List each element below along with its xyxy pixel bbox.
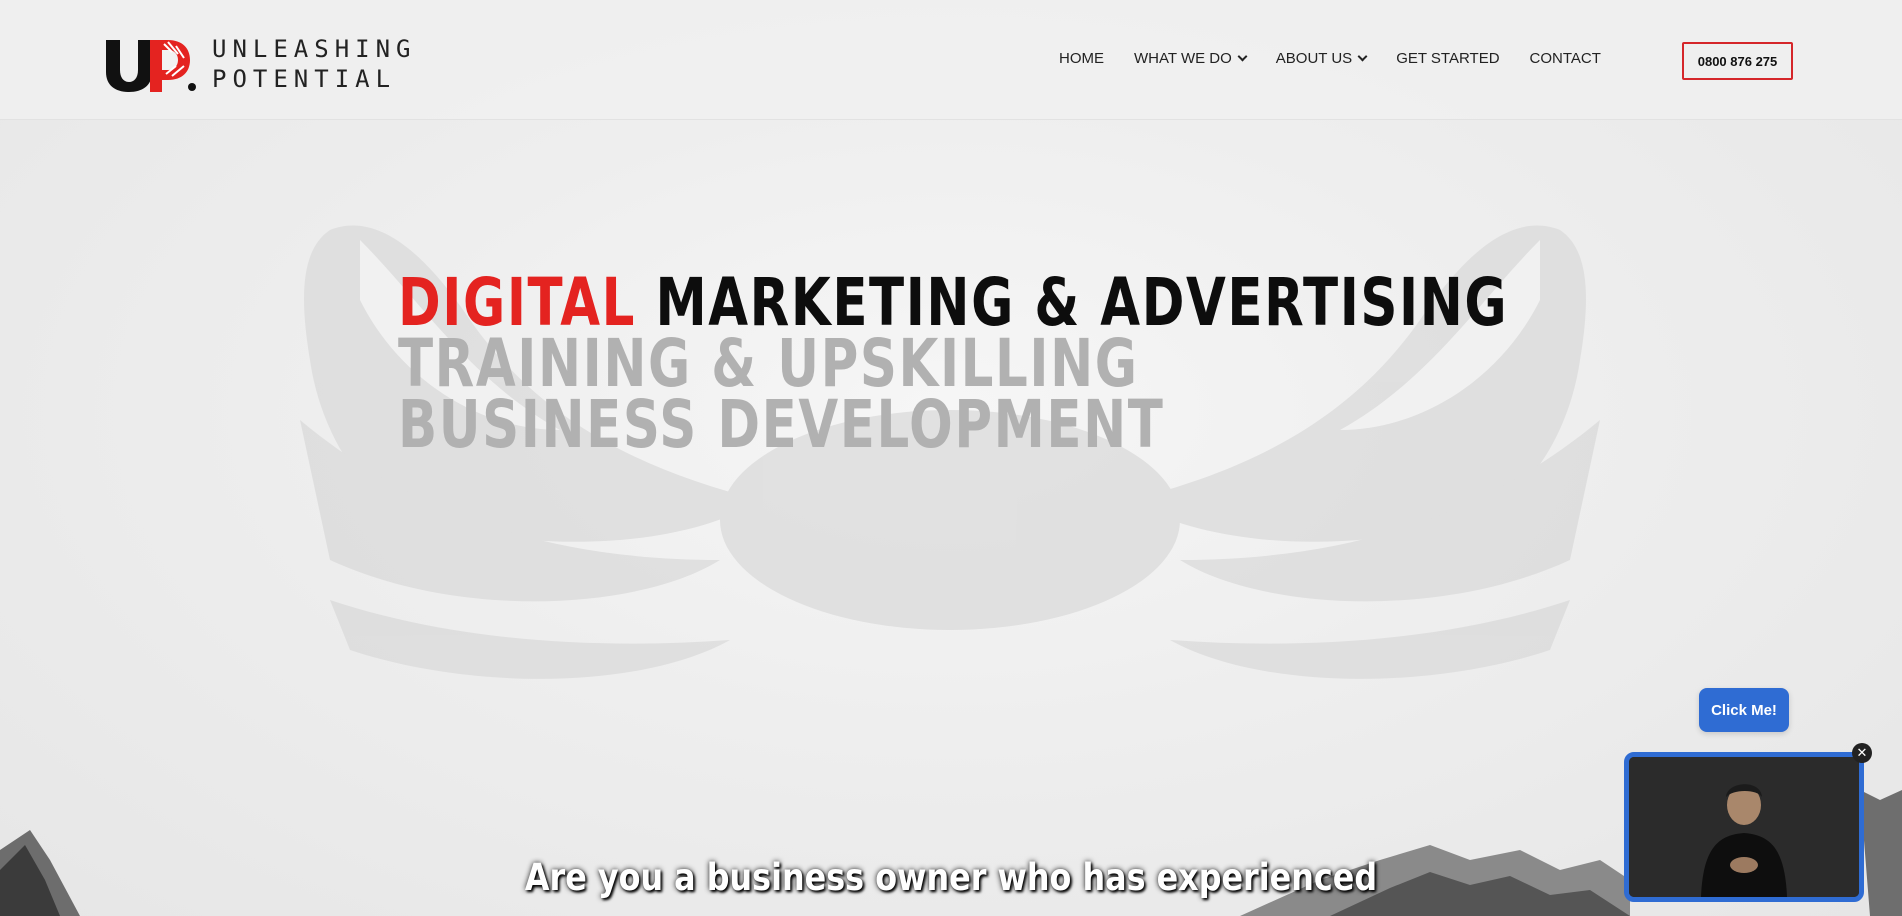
chevron-down-icon (1357, 51, 1368, 62)
hero-headlines: DIGITAL MARKETING & ADVERTISING TRAINING… (398, 270, 1821, 463)
video-caption: Are you a business owner who has experie… (524, 856, 1378, 899)
main-nav: HOME WHAT WE DO ABOUT US GET STARTED CON… (1059, 50, 1601, 67)
nav-about-us[interactable]: ABOUT US (1275, 50, 1368, 67)
nav-get-started[interactable]: GET STARTED (1396, 50, 1499, 67)
nav-what-we-do-label: WHAT WE DO (1134, 50, 1232, 67)
logo[interactable]: UNLEASHING POTENTIAL (106, 34, 417, 94)
site-header: UNLEASHING POTENTIAL HOME WHAT WE DO ABO… (0, 0, 1902, 120)
hero-line-3: BUSINESS DEVELOPMENT (398, 386, 1165, 463)
brand-line-2: POTENTIAL (212, 65, 397, 93)
nav-contact[interactable]: CONTACT (1530, 50, 1601, 67)
brand-line-1: UNLEASHING (212, 35, 417, 63)
hero-line-2: TRAINING & UPSKILLING (398, 325, 1139, 402)
phone-button[interactable]: 0800 876 275 (1682, 42, 1793, 80)
chevron-down-icon (1237, 51, 1248, 62)
nav-what-we-do[interactable]: WHAT WE DO (1134, 50, 1248, 67)
nav-home-label: HOME (1059, 50, 1104, 67)
nav-contact-label: CONTACT (1529, 50, 1601, 67)
nav-get-started-label: GET STARTED (1396, 50, 1500, 67)
brand-name: UNLEASHING POTENTIAL (212, 34, 417, 94)
hero-line-1: DIGITAL MARKETING & ADVERTISING (398, 270, 1508, 336)
close-icon[interactable]: ✕ (1852, 743, 1872, 763)
nav-home[interactable]: HOME (1059, 50, 1104, 67)
up-logo-icon (106, 40, 196, 92)
nav-about-us-label: ABOUT US (1275, 50, 1353, 67)
click-me-button[interactable]: Click Me! (1699, 688, 1789, 732)
